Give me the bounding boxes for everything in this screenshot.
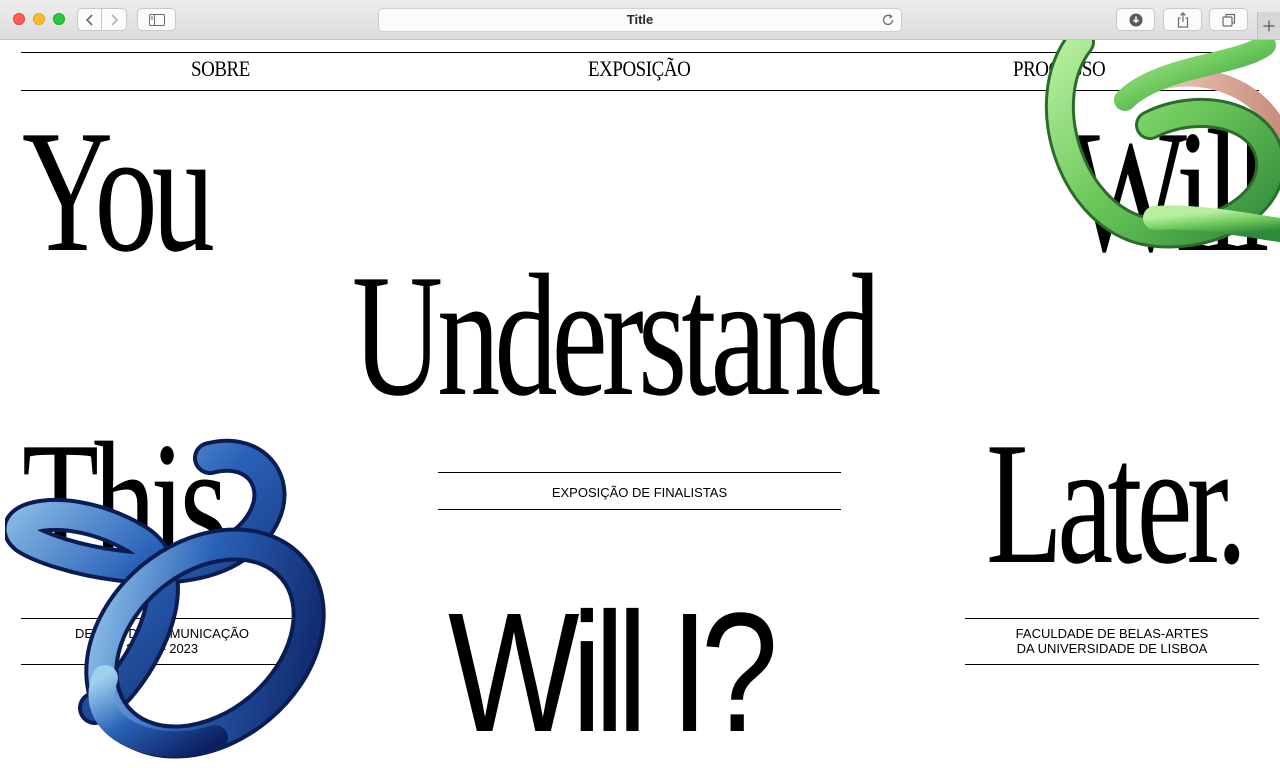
share-button[interactable] (1163, 8, 1202, 31)
blue-ribbon-graphic (5, 439, 326, 759)
faculty-name-line2: DA UNIVERSIDADE DE LISBOA (1016, 641, 1208, 656)
zoom-window-button[interactable] (53, 13, 65, 25)
headline-word-understand: Understand (352, 238, 881, 432)
sidebar-icon (148, 13, 165, 26)
tab-overview-button[interactable] (1209, 8, 1248, 31)
right-top-rule (965, 618, 1259, 619)
back-button[interactable] (77, 8, 102, 31)
download-icon (1129, 13, 1142, 26)
right-bottom-rule (965, 664, 1259, 665)
close-window-button[interactable] (13, 13, 25, 25)
headline-will-i: Will I? (448, 578, 778, 768)
minimize-window-button[interactable] (33, 13, 45, 25)
green-ribbon-graphic (1044, 40, 1280, 249)
plus-icon (1263, 20, 1275, 31)
page-title: Title (626, 12, 654, 27)
downloads-button[interactable] (1116, 8, 1155, 31)
center-bottom-rule (438, 509, 841, 510)
address-bar[interactable]: Title (378, 8, 902, 32)
nav-exposicao-link[interactable]: EXPOSIÇÃO (588, 57, 691, 81)
center-top-rule (438, 472, 841, 473)
chevron-right-icon (111, 13, 119, 26)
tabs-icon (1221, 13, 1235, 27)
browser-toolbar: Title (0, 0, 1280, 40)
reload-icon[interactable] (881, 13, 895, 27)
chevron-left-icon (85, 13, 93, 26)
forward-button[interactable] (101, 8, 127, 31)
headline-word-later: Later. (986, 406, 1248, 600)
share-icon (1177, 11, 1188, 28)
new-tab-button[interactable] (1257, 12, 1280, 39)
exhibition-label: EXPOSIÇÃO DE FINALISTAS (551, 485, 728, 500)
sidebar-button[interactable] (137, 8, 176, 31)
faculty-name-line1: FACULDADE DE BELAS-ARTES (1015, 626, 1209, 641)
headline-word-you: You (22, 94, 215, 288)
nav-sobre-link[interactable]: SOBRE (191, 57, 250, 81)
